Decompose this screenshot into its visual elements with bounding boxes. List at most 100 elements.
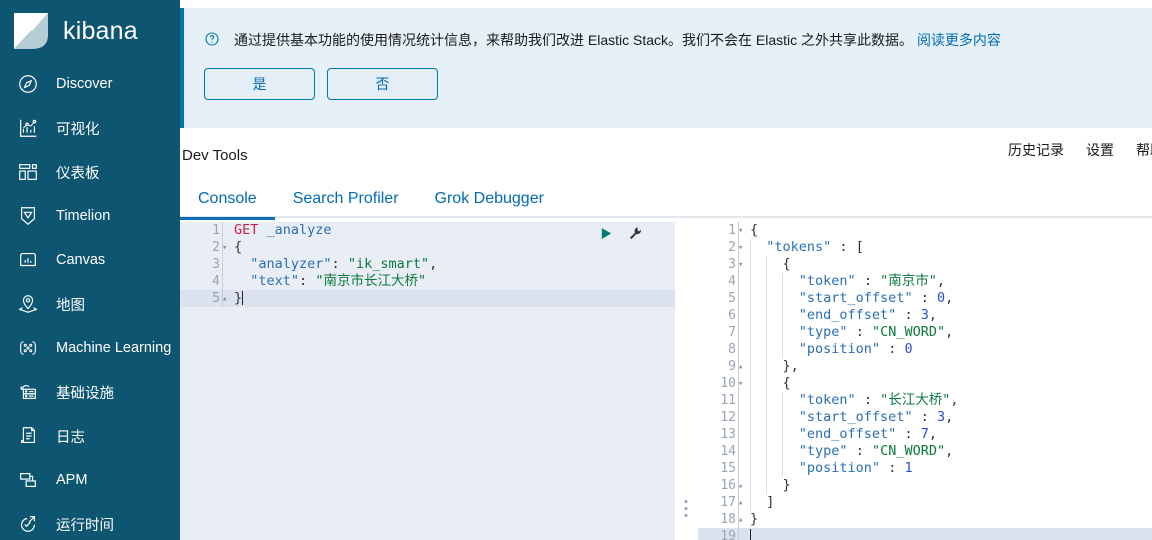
sidebar-item-label: Machine Learning: [56, 340, 172, 356]
line-content: "position" : 1: [738, 460, 913, 477]
infrastructure-icon: [14, 378, 42, 406]
sidebar-item-logs[interactable]: 日志: [0, 414, 180, 458]
line-number: 1: [212, 223, 220, 238]
line-number: 15: [720, 461, 736, 476]
response-line: 11 "token" : "长江大桥",: [698, 392, 1152, 409]
brand-logo[interactable]: kibana: [0, 0, 180, 62]
line-content: }: [222, 290, 244, 307]
banner-yes-button[interactable]: 是: [204, 68, 315, 100]
drag-handle-icon[interactable]: [684, 500, 688, 521]
tab-grok-debugger[interactable]: Grok Debugger: [417, 190, 562, 218]
play-icon[interactable]: [599, 226, 614, 246]
wrench-icon[interactable]: [628, 226, 643, 246]
sidebar-item-machine-learning[interactable]: Machine Learning: [0, 326, 180, 370]
response-line: 3 ▾ {: [698, 256, 1152, 273]
editor-line[interactable]: 3 "analyzer": "ik_smart",: [180, 256, 675, 273]
line-content: "type" : "CN_WORD",: [738, 443, 953, 460]
line-content: {: [738, 222, 758, 239]
tab-search-profiler[interactable]: Search Profiler: [275, 190, 417, 218]
sidebar-item-label: Discover: [56, 76, 113, 92]
sidebar-item-uptime[interactable]: 运行时间: [0, 502, 180, 540]
line-number: 16 ▴: [698, 477, 743, 494]
indent-guide: [750, 239, 751, 256]
sidebar-item-maps[interactable]: 地图: [0, 282, 180, 326]
line-number: 1 ▾: [698, 222, 743, 239]
banner-no-button[interactable]: 否: [327, 68, 438, 100]
sidebar-item-timelion[interactable]: Timelion: [0, 194, 180, 238]
editor-line[interactable]: 5 ▴}: [180, 290, 675, 307]
editor-line[interactable]: 4 "text": "南京市长江大桥": [180, 273, 675, 290]
sidebar-item-apm[interactable]: APM: [0, 458, 180, 502]
response-viewer[interactable]: 1 ▾{2 ▾ "tokens" : [3 ▾ {4 "token" : "南京市",…: [697, 222, 1152, 540]
indent-guide: [750, 392, 751, 409]
indent-guide: [782, 460, 783, 477]
console-body: 1 GET _analyze 2 ▾{3 "analyzer": "ik_smart"…: [180, 222, 1152, 540]
indent-guide: [766, 358, 767, 375]
editor-actions: [599, 226, 643, 246]
text-cursor: [242, 291, 244, 305]
indent-guide: [766, 375, 767, 392]
banner-read-more-link[interactable]: 阅读更多内容: [917, 32, 1001, 48]
indent-guide: [750, 358, 751, 375]
indent-guide: [750, 341, 751, 358]
line-content: ]: [738, 494, 774, 511]
telemetry-opt-in-banner: 通过提供基本功能的使用情况统计信息，来帮助我们改进 Elastic Stack。…: [180, 8, 1152, 128]
compass-icon: [14, 70, 42, 98]
indent-guide: [782, 426, 783, 443]
indent-guide: [750, 460, 751, 477]
line-number: 18 ▴: [698, 511, 743, 528]
sidebar-item-dashboard[interactable]: 仪表板: [0, 150, 180, 194]
response-line: 17 ▴ ]: [698, 494, 1152, 511]
indent-guide: [766, 307, 767, 324]
header-link-help[interactable]: 帮助: [1136, 140, 1152, 160]
indent-guide: [750, 256, 751, 273]
line-number: 8: [728, 342, 736, 357]
map-pin-icon: [14, 290, 42, 318]
sidebar-item-discover[interactable]: Discover: [0, 62, 180, 106]
sidebar-item-visualize[interactable]: 可视化: [0, 106, 180, 150]
indent-guide: [766, 290, 767, 307]
response-line: 9 ▴ },: [698, 358, 1152, 375]
response-line: 10 ▾ {: [698, 375, 1152, 392]
canvas-icon: [14, 246, 42, 274]
response-line: 16 ▴ }: [698, 477, 1152, 494]
line-content: "end_offset" : 3,: [738, 307, 937, 324]
sidebar-item-canvas[interactable]: Canvas: [0, 238, 180, 282]
indent-guide: [782, 307, 783, 324]
sidebar-item-label: 可视化: [56, 121, 100, 138]
response-line: 12 "start_offset" : 3,: [698, 409, 1152, 426]
text-cursor: [750, 529, 751, 540]
line-number: 19: [720, 529, 736, 540]
line-number: 3 ▾: [698, 256, 743, 273]
line-number: 10 ▾: [698, 375, 743, 392]
sidebar-item-infrastructure[interactable]: 基础设施: [0, 370, 180, 414]
indent-guide: [766, 256, 767, 273]
header-link-history[interactable]: 历史记录: [1008, 140, 1064, 160]
visualize-chart-icon: [14, 114, 42, 142]
line-content: "text": "南京市长江大桥": [222, 273, 426, 290]
line-content: "token" : "长江大桥",: [738, 392, 958, 409]
indent-guide: [782, 324, 783, 341]
request-editor[interactable]: 1 GET _analyze 2 ▾{3 "analyzer": "ik_smart"…: [180, 222, 675, 540]
line-content: },: [738, 358, 799, 375]
line-number: 2 ▾: [698, 239, 743, 256]
tab-console[interactable]: Console: [180, 190, 275, 220]
panel-splitter[interactable]: [675, 222, 697, 540]
sidebar-item-label: APM: [56, 472, 88, 488]
line-content: }: [738, 511, 758, 528]
header-links: 历史记录 设置 帮助: [1008, 140, 1152, 160]
sidebar-item-label: Timelion: [56, 208, 111, 224]
indent-guide: [782, 290, 783, 307]
line-number: 4: [212, 274, 220, 289]
indent-guide: [782, 341, 783, 358]
line-number: 4: [728, 274, 736, 289]
header-link-settings[interactable]: 设置: [1086, 140, 1114, 160]
brand-name: kibana: [63, 16, 138, 45]
response-line: 6 "end_offset" : 3,: [698, 307, 1152, 324]
sidebar: kibana Discover 可视化 仪表板 Timelion Canvas …: [0, 0, 180, 540]
sidebar-item-label: 基础设施: [56, 385, 114, 402]
page-title: Dev Tools: [182, 146, 248, 164]
kibana-app: kibana Discover 可视化 仪表板 Timelion Canvas …: [0, 0, 1152, 540]
line-number: 2 ▾: [180, 239, 227, 256]
indent-guide: [782, 273, 783, 290]
